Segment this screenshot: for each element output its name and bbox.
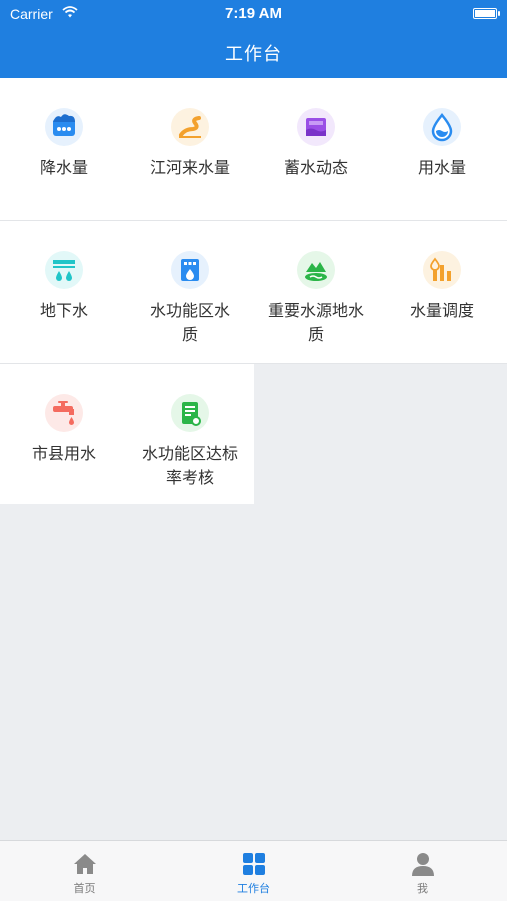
rain-cloud-icon (45, 108, 83, 146)
grid-item-label: 用水量 (417, 158, 466, 177)
function-grid: 降水量 江河来水量 蓄水动态 用水量 地下水 水功能区水质 重要水源地水质 水量… (0, 78, 507, 504)
water-dispatch-icon (423, 251, 461, 289)
river-icon (171, 108, 209, 146)
grid-item-label: 降水量 (39, 158, 88, 177)
grid-item-label: 市县用水 (31, 444, 96, 463)
tab-home[interactable]: 首页 (0, 841, 169, 901)
tab-label: 我 (417, 882, 428, 895)
grid-item-compliance-assessment[interactable]: 水功能区达标率考核 (127, 394, 253, 490)
tab-label: 工作台 (237, 882, 270, 895)
reservoir-icon (297, 108, 335, 146)
user-icon (411, 853, 434, 876)
status-time: 7:19 AM (225, 5, 282, 22)
grid-item-rainfall[interactable]: 降水量 (1, 108, 127, 180)
assessment-document-icon (171, 394, 209, 432)
page-title: 工作台 (225, 44, 282, 65)
water-source-icon (297, 251, 335, 289)
grid-item-label: 水功能区达标率考核 (142, 444, 239, 487)
grid-icon (242, 853, 265, 875)
grid-item-storage[interactable]: 蓄水动态 (253, 108, 379, 180)
tab-bar: 首页 工作台 我 (0, 840, 507, 901)
grid-item-water-dispatch[interactable]: 水量调度 (379, 251, 505, 323)
grid-item-river-inflow[interactable]: 江河来水量 (127, 108, 253, 180)
grid-item-label: 江河来水量 (149, 158, 230, 177)
battery-icon (473, 8, 500, 19)
grid-item-label: 蓄水动态 (283, 158, 348, 177)
tab-label: 首页 (73, 882, 96, 895)
grid-item-label: 水功能区水质 (150, 301, 231, 344)
faucet-icon (45, 394, 83, 432)
grid-item-city-county-water-use[interactable]: 市县用水 (1, 394, 127, 466)
grid-item-groundwater[interactable]: 地下水 (1, 251, 127, 323)
navigation-bar: Carrier 7:19 AM 工作台 (0, 0, 507, 78)
status-bar: Carrier 7:19 AM (0, 0, 507, 28)
grid-row: 市县用水 水功能区达标率考核 (0, 364, 254, 504)
tab-me[interactable]: 我 (338, 841, 507, 901)
tab-workbench[interactable]: 工作台 (169, 841, 338, 901)
home-icon (73, 854, 96, 874)
water-quality-meter-icon (171, 251, 209, 289)
grid-item-water-use[interactable]: 用水量 (379, 108, 505, 180)
grid-row: 地下水 水功能区水质 重要水源地水质 水量调度 (0, 221, 507, 364)
water-drop-icon (423, 108, 461, 146)
grid-item-label: 地下水 (39, 301, 88, 320)
groundwater-icon (45, 251, 83, 289)
grid-item-function-zone-quality[interactable]: 水功能区水质 (127, 251, 253, 347)
grid-item-label: 重要水源地水质 (268, 301, 365, 344)
grid-row: 降水量 江河来水量 蓄水动态 用水量 (0, 78, 507, 221)
grid-item-water-source-quality[interactable]: 重要水源地水质 (253, 251, 379, 347)
grid-item-label: 水量调度 (409, 301, 474, 320)
